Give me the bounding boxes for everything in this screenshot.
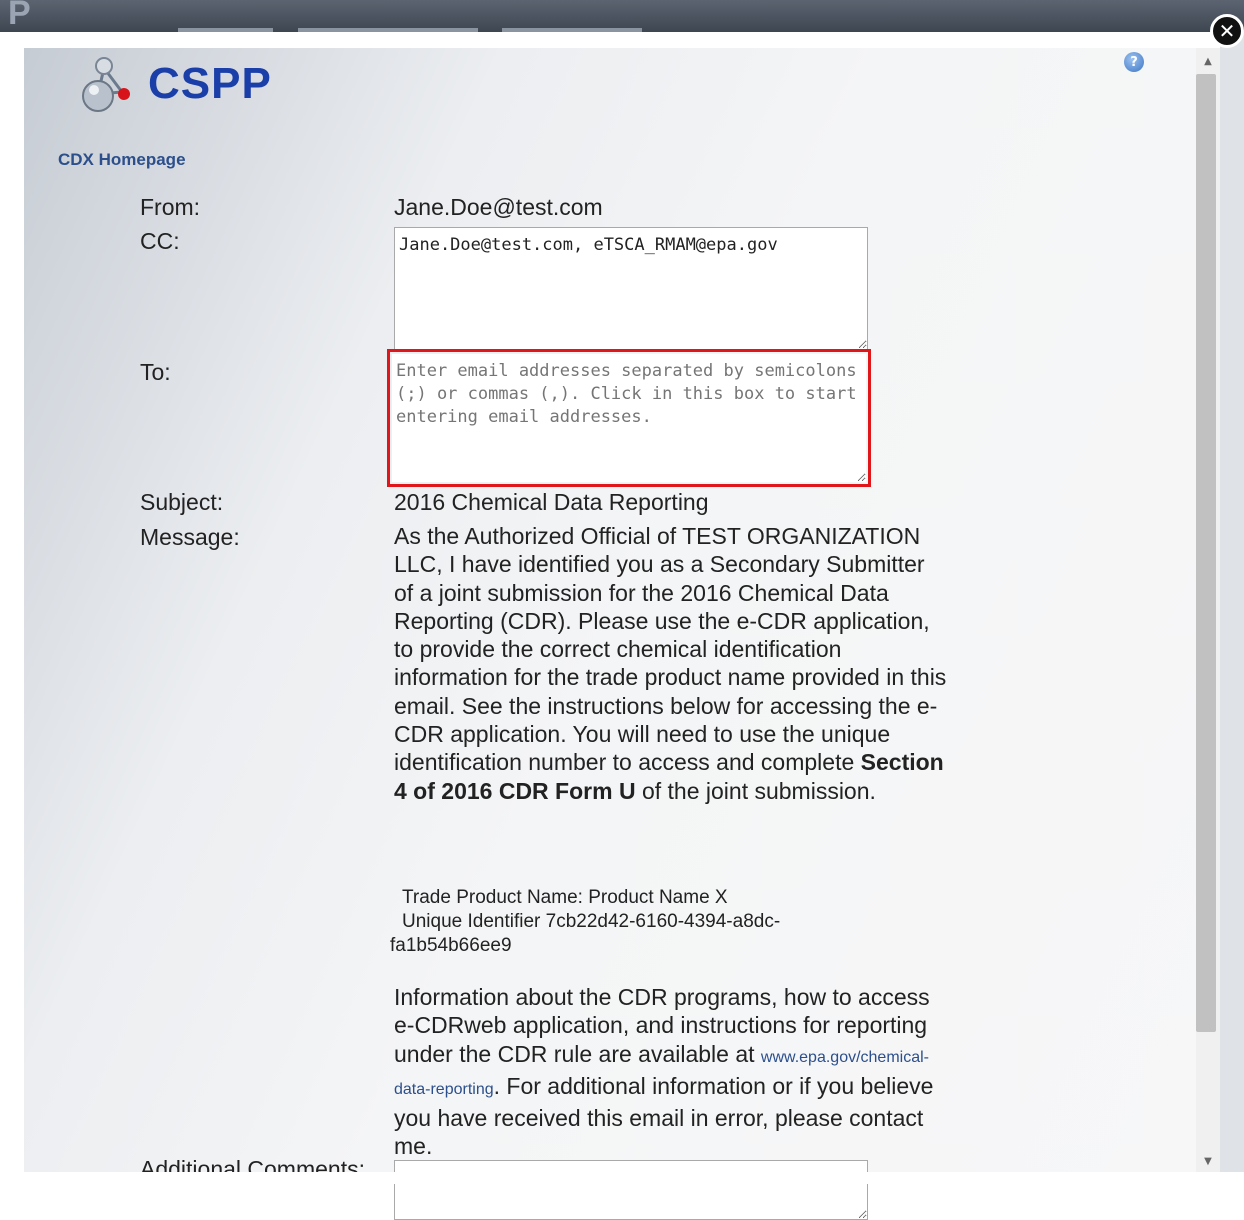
brand-name: CSPP <box>148 59 272 108</box>
modal-scrollbar[interactable]: ▲ ▼ <box>1196 48 1220 1172</box>
scroll-down-icon[interactable]: ▼ <box>1196 1152 1220 1170</box>
scroll-thumb[interactable] <box>1196 74 1216 1032</box>
background-tab <box>298 28 478 32</box>
brand: CSPP <box>76 54 272 114</box>
subject-label: Subject: <box>140 489 224 515</box>
info-paragraph: Information about the CDR programs, how … <box>394 983 950 1161</box>
close-icon[interactable]: ✕ <box>1210 14 1244 48</box>
cdx-homepage-link[interactable]: CDX Homepage <box>58 150 186 170</box>
to-textarea[interactable] <box>392 354 866 482</box>
background-page-strip <box>1220 32 1244 1184</box>
background-tab <box>502 28 642 32</box>
unique-identifier: Unique Identifier 7cb22d42-6160-4394-a8d… <box>402 911 781 932</box>
message-label: Message: <box>140 524 240 550</box>
scroll-up-icon[interactable]: ▲ <box>1196 52 1220 70</box>
additional-comments-textarea[interactable] <box>394 1160 868 1220</box>
subject-value: 2016 Chemical Data Reporting <box>394 489 709 515</box>
cc-label: CC: <box>140 228 180 254</box>
background-header-bar: P <box>0 0 1244 32</box>
background-logo: P <box>8 0 31 32</box>
trade-product-block: Trade Product Name: Product Name X Uniqu… <box>390 886 860 958</box>
to-label: To: <box>140 359 171 385</box>
from-value: Jane.Doe@test.com <box>394 194 603 220</box>
viewport-bottom <box>0 1172 1244 1184</box>
molecule-logo-icon <box>82 57 130 112</box>
cc-textarea[interactable] <box>394 227 868 350</box>
trade-product-name: Trade Product Name: Product Name X <box>402 887 728 908</box>
help-icon[interactable]: ? <box>1124 52 1144 72</box>
from-label: From: <box>140 194 201 220</box>
unique-identifier-continued: fa1b54b66ee9 <box>390 935 512 956</box>
message-body: As the Authorized Official of TEST ORGAN… <box>394 522 950 805</box>
message-end: of the joint submission. <box>635 777 876 804</box>
message-intro: As the Authorized Official of TEST ORGAN… <box>394 523 947 776</box>
background-tab <box>178 28 273 32</box>
